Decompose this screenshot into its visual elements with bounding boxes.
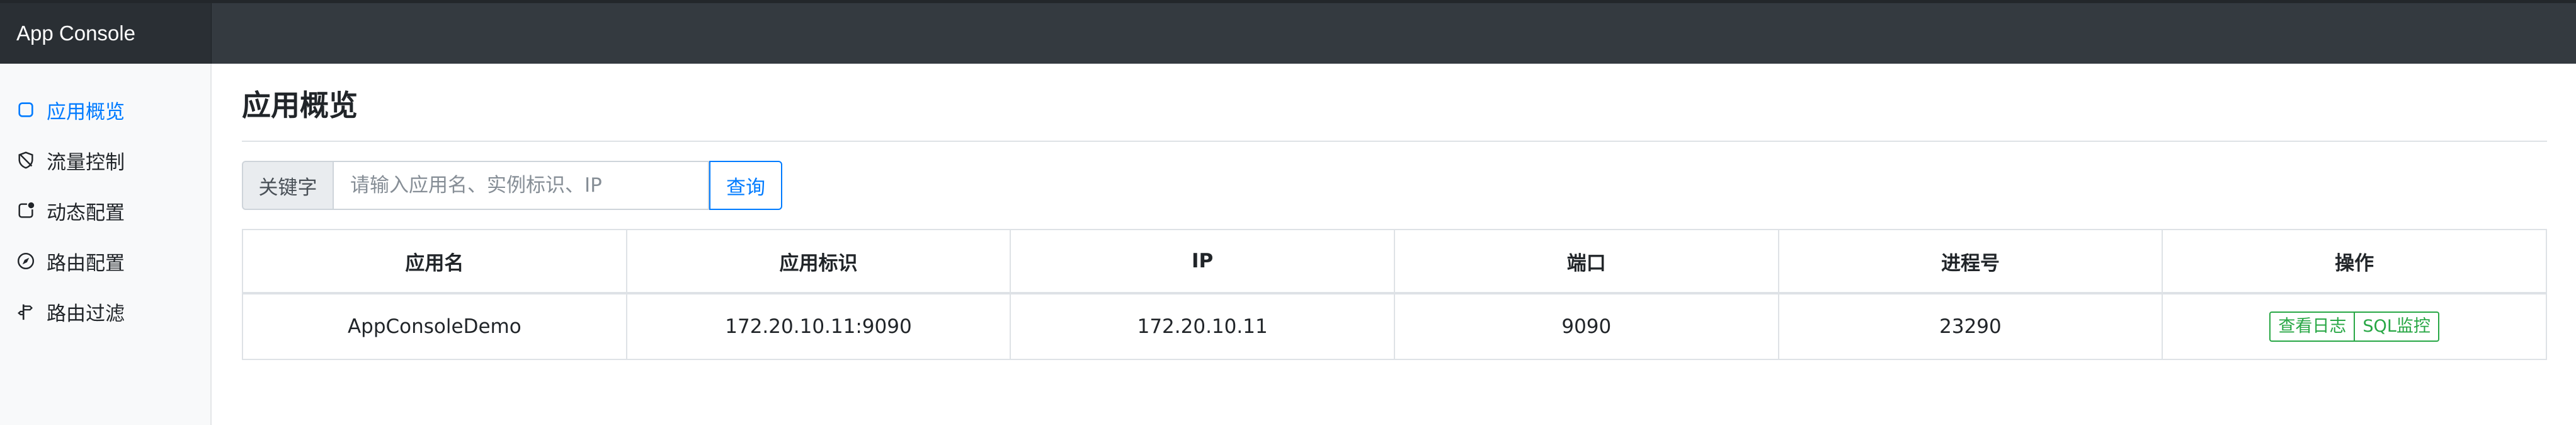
cell-actions: 查看日志 SQL监控 bbox=[2162, 293, 2547, 360]
sidebar-item-label: 应用概览 bbox=[47, 100, 125, 124]
cell-pid: 23290 bbox=[1777, 293, 2163, 360]
sidebar-item-traffic-control[interactable]: 流量控制 bbox=[16, 141, 125, 179]
app-brand[interactable]: App Console bbox=[0, 3, 212, 64]
sql-monitor-button[interactable]: SQL监控 bbox=[2355, 311, 2439, 342]
divider bbox=[242, 141, 2547, 142]
square-icon bbox=[18, 102, 33, 117]
col-header-port: 端口 bbox=[1393, 229, 1779, 294]
col-header-app-name: 应用名 bbox=[242, 229, 627, 294]
signpost-icon bbox=[18, 304, 33, 320]
sidebar-item-label: 路由过滤 bbox=[47, 302, 125, 325]
sidebar-item-route-config[interactable]: 路由配置 bbox=[16, 242, 125, 280]
table-header-row: 应用名 应用标识 IP 端口 进程号 操作 bbox=[242, 229, 2547, 294]
sidebar: 应用概览 流量控制 动态配置 路由配置 路由过滤 bbox=[0, 64, 212, 425]
cell-ip: 172.20.10.11 bbox=[1010, 293, 1395, 360]
search-bar: 关键字 查询 bbox=[242, 161, 782, 210]
action-button-group: 查看日志 SQL监控 bbox=[2269, 311, 2439, 342]
cell-app-id: 172.20.10.11:9090 bbox=[625, 293, 1012, 360]
cell-port: 9090 bbox=[1393, 293, 1779, 360]
col-header-actions: 操作 bbox=[2162, 229, 2547, 294]
query-button[interactable]: 查询 bbox=[709, 161, 782, 210]
col-header-pid: 进程号 bbox=[1777, 229, 2163, 294]
top-navbar: App Console bbox=[0, 0, 2576, 64]
cell-app-name: AppConsoleDemo bbox=[242, 293, 627, 360]
col-header-ip: IP bbox=[1010, 229, 1395, 294]
sidebar-item-label: 路由配置 bbox=[47, 252, 125, 275]
sidebar-item-label: 动态配置 bbox=[47, 201, 125, 224]
sidebar-item-route-filter[interactable]: 路由过滤 bbox=[16, 293, 125, 330]
app-table: 应用名 应用标识 IP 端口 进程号 操作 AppConsoleDemo 172… bbox=[242, 229, 2547, 360]
sidebar-item-label: 流量控制 bbox=[47, 151, 125, 174]
sidebar-item-dynamic-config[interactable]: 动态配置 bbox=[16, 192, 125, 230]
sidebar-item-app-overview[interactable]: 应用概览 bbox=[16, 91, 125, 129]
table-row: AppConsoleDemo 172.20.10.11:9090 172.20.… bbox=[242, 293, 2547, 360]
shield-icon bbox=[18, 151, 33, 169]
compass-icon bbox=[17, 252, 35, 270]
page-title: 应用概览 bbox=[242, 88, 358, 122]
search-prefix-label: 关键字 bbox=[242, 161, 334, 210]
search-input[interactable] bbox=[334, 161, 709, 210]
view-logs-button[interactable]: 查看日志 bbox=[2269, 311, 2356, 342]
badge-square-icon bbox=[18, 202, 35, 218]
col-header-app-id: 应用标识 bbox=[625, 229, 1012, 294]
